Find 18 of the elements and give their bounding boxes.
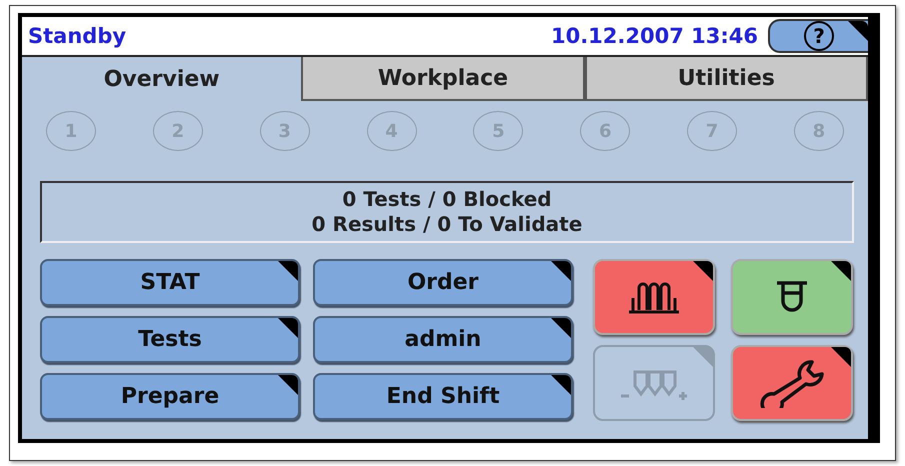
- tool-button[interactable]: [593, 259, 715, 335]
- tool-button[interactable]: [731, 259, 853, 335]
- menu-button[interactable]: admin: [313, 316, 573, 363]
- tab[interactable]: Utilities: [584, 57, 868, 101]
- menu-button[interactable]: Tests: [40, 316, 300, 363]
- wrench-icon: [760, 358, 824, 408]
- menu-button[interactable]: Prepare: [40, 373, 300, 420]
- rack-icon: [627, 280, 681, 314]
- menu-button[interactable]: STAT: [40, 259, 300, 306]
- status-text: Standby: [28, 24, 128, 48]
- help-button[interactable]: ?: [768, 19, 868, 53]
- tab[interactable]: Workplace: [301, 57, 585, 101]
- summary-text: 0 Tests / 0 Blocked: [342, 187, 552, 212]
- date-time: 10.12.2007 13:46: [550, 24, 758, 48]
- menu-button[interactable]: End Shift: [313, 373, 573, 420]
- tool-button[interactable]: [731, 345, 853, 421]
- menu-button[interactable]: Order: [313, 259, 573, 306]
- summary-text: 0 Results / 0 To Validate: [312, 212, 582, 237]
